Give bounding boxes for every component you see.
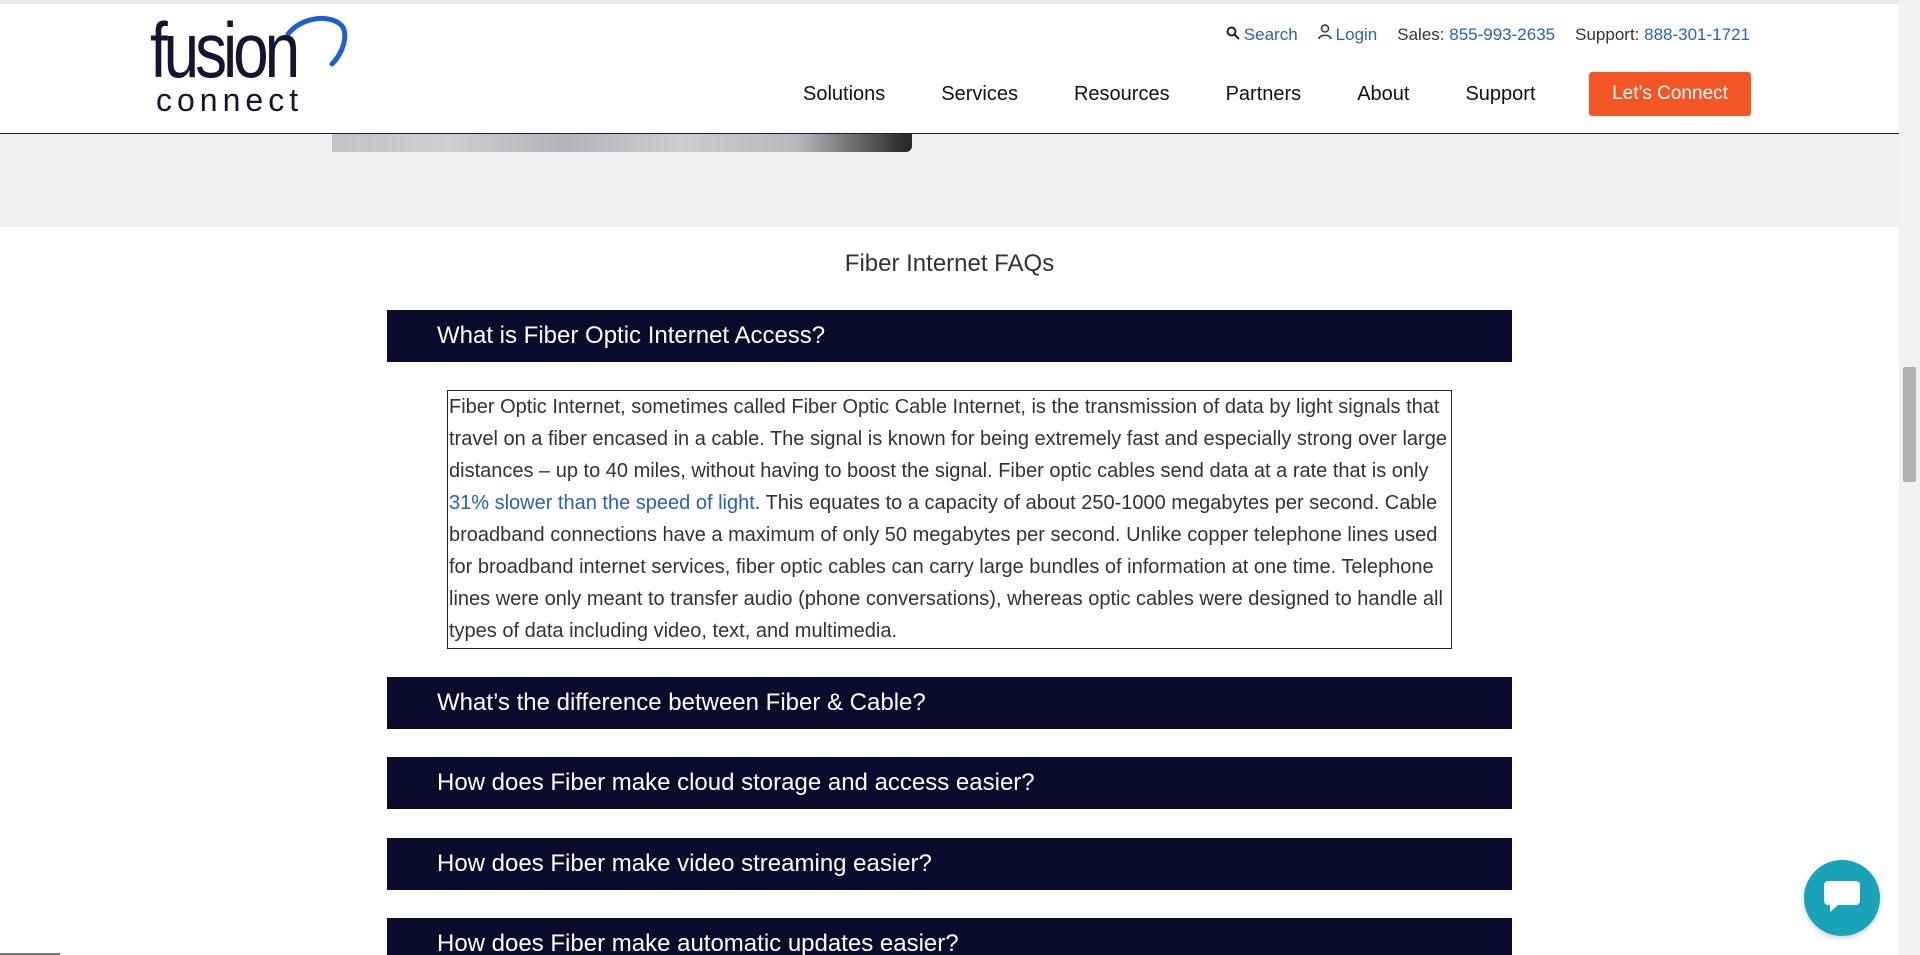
main-nav: Solutions Services Resources Partners Ab… <box>803 72 1592 116</box>
logo-subwordmark: connect <box>156 82 304 118</box>
search-label: Search <box>1243 24 1298 44</box>
search-link[interactable]: Search <box>1226 25 1298 45</box>
support-prefix: Support: <box>1575 24 1640 44</box>
utility-bar: Search Login Sales: 855-993-2635 Support… <box>1206 24 1750 45</box>
vertical-scrollbar[interactable] <box>1899 0 1920 955</box>
nav-item-support[interactable]: Support <box>1465 72 1535 116</box>
faq-question-1[interactable]: What is Fiber Optic Internet Access? <box>387 310 1512 362</box>
header-top-border <box>0 0 1899 4</box>
faq-question-3[interactable]: How does Fiber make cloud storage and ac… <box>387 757 1512 809</box>
hero-image <box>332 134 912 152</box>
faq-question-label: What is Fiber Optic Internet Access? <box>437 322 826 349</box>
site-header: fusion connect Search Login Sales: 855-9… <box>0 0 1899 134</box>
faq-question-label: How does Fiber make cloud storage and ac… <box>437 769 1035 796</box>
chat-bubble-icon <box>1822 877 1862 920</box>
faq-question-4[interactable]: How does Fiber make video streaming easi… <box>387 838 1512 890</box>
faq-answer-1: Fiber Optic Internet, sometimes called F… <box>447 390 1452 649</box>
nav-item-services[interactable]: Services <box>941 72 1018 116</box>
lets-connect-button[interactable]: Let’s Connect <box>1589 72 1751 116</box>
sales-prefix: Sales: <box>1397 24 1445 44</box>
login-label: Login <box>1335 24 1378 44</box>
fusion-connect-logo[interactable]: fusion connect <box>150 6 348 118</box>
faq-question-5[interactable]: How does Fiber make automatic updates ea… <box>387 918 1512 955</box>
nav-item-about[interactable]: About <box>1357 72 1409 116</box>
chat-launcher-button[interactable] <box>1804 860 1880 936</box>
faq-answer-text: Fiber Optic Internet, sometimes called F… <box>449 396 1447 482</box>
nav-item-partners[interactable]: Partners <box>1226 72 1302 116</box>
faq-question-label: How does Fiber make video streaming easi… <box>437 850 932 877</box>
page-viewport: fusion connect Search Login Sales: 855-9… <box>0 0 1899 955</box>
support-contact: Support: 888-301-1721 <box>1575 25 1750 45</box>
nav-item-resources[interactable]: Resources <box>1074 72 1170 116</box>
support-phone-link[interactable]: 888-301-1721 <box>1644 25 1750 45</box>
sales-contact: Sales: 855-993-2635 <box>1397 25 1555 45</box>
faq-section-title: Fiber Internet FAQs <box>844 250 1055 277</box>
speed-of-light-link[interactable]: 31% slower than the speed of light <box>449 492 755 514</box>
logo-wordmark: fusion <box>150 6 300 94</box>
scrollbar-thumb[interactable] <box>1903 367 1916 482</box>
sales-phone-link[interactable]: 855-993-2635 <box>1449 25 1555 45</box>
search-icon <box>1226 25 1240 45</box>
login-link[interactable]: Login <box>1317 24 1378 45</box>
user-icon <box>1317 24 1332 45</box>
faq-question-label: How does Fiber make automatic updates ea… <box>437 930 959 955</box>
nav-item-solutions[interactable]: Solutions <box>803 72 885 116</box>
hero-section-bottom <box>0 134 1899 227</box>
faq-question-2[interactable]: What’s the difference between Fiber & Ca… <box>387 677 1512 729</box>
faq-question-label: What’s the difference between Fiber & Ca… <box>437 689 926 716</box>
faq-answer-text-cont: . This equates to a capacity of about 25… <box>449 492 1443 642</box>
